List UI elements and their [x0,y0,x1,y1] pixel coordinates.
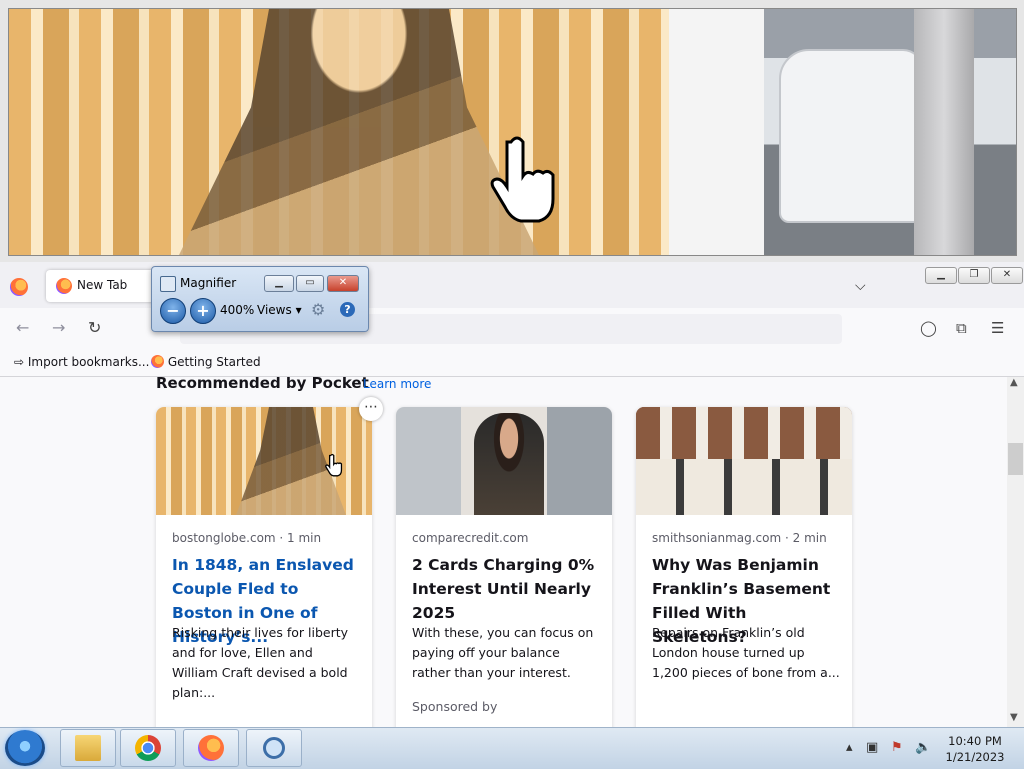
taskbar-magnifier[interactable] [246,729,302,767]
menu-hamburger-icon[interactable]: ☰ [991,319,1004,337]
taskbar-explorer[interactable] [60,729,116,767]
pocket-heading: Recommended by Pocket [156,377,369,392]
pocket-card-2[interactable]: comparecredit.com 2 Cards Charging 0% In… [396,407,612,727]
vertical-scrollbar[interactable]: ▲ ▼ [1007,377,1024,727]
magnifier-icon [263,737,285,759]
help-icon[interactable]: ? [340,302,355,317]
firefox-icon [198,735,224,761]
firefox-icon [151,355,164,368]
zoom-in-button[interactable]: + [190,298,216,324]
back-arrow-icon[interactable]: ← [16,318,29,337]
views-label: Views [257,303,292,317]
folder-icon [75,735,101,761]
zoom-level: 400% [220,303,255,317]
card-source: smithsonianmag.com · 2 min [652,531,827,545]
system-clock[interactable]: 10:40 PM 1/21/2023 [945,733,1005,765]
gear-icon[interactable]: ⚙ [311,300,325,319]
scroll-up-icon[interactable]: ▲ [1010,377,1018,388]
card-thumbnail [396,407,612,515]
scrollbar-thumb[interactable] [1008,443,1023,475]
import-icon: ⇨ [14,355,25,369]
tab-new-tab[interactable]: New Tab [46,270,156,302]
card-source: comparecredit.com [412,531,529,545]
magnifier-app-icon [160,276,176,292]
bookmark-label: Import bookmarks... [27,355,150,369]
card-source: bostonglobe.com · 1 min [172,531,322,545]
magnifier-lens [0,0,1024,262]
card-sponsor: Sponsored by [412,699,498,714]
list-all-tabs-button[interactable]: ⌵ [855,278,866,294]
card-excerpt: Risking their lives for liberty and for … [172,625,349,700]
magnified-gap [669,9,764,255]
window-minimize-button[interactable]: ▁ [925,267,957,284]
views-dropdown[interactable]: Views ▾ [257,303,302,317]
action-center-flag-icon[interactable]: ⚑ [891,740,903,755]
bookmark-import[interactable]: ⇨ Import bookmarks... [14,355,149,369]
firefox-icon [56,278,72,294]
forward-arrow-icon[interactable]: → [52,318,65,337]
learn-more-link[interactable]: Learn more [363,377,431,391]
card-excerpt: Repairs on Franklin’s old London house t… [652,625,840,680]
magnifier-minimize-button[interactable]: ▁ [264,275,294,292]
card-excerpt: With these, you can focus on paying off … [412,625,594,680]
chevron-down-icon: ▾ [295,303,302,317]
taskbar-chrome[interactable] [120,729,176,767]
clock-date: 1/21/2023 [945,750,1005,764]
card-context-menu-button[interactable]: ⋯ [359,397,383,421]
pocket-save-icon[interactable]: ◯ [920,319,937,337]
window-close-button[interactable]: ✕ [991,267,1023,284]
volume-icon[interactable]: 🔈 [915,740,931,755]
magnifier-restore-button[interactable]: ▭ [296,275,324,292]
start-button[interactable] [5,730,45,766]
scroll-down-icon[interactable]: ▼ [1010,712,1018,723]
card-title[interactable]: 2 Cards Charging 0% Interest Until Nearl… [412,553,602,625]
tab-title: New Tab [77,278,128,292]
magnified-hand-cursor-icon [490,136,555,223]
magnified-tree [914,9,974,255]
firefox-view-icon[interactable] [10,278,28,296]
magnifier-window[interactable]: Magnifier ▁ ▭ ✕ − + 400% Views ▾ ⚙ ? [151,266,369,332]
show-hidden-icons[interactable]: ▴ [846,740,853,755]
card-thumbnail [636,407,852,515]
magnifier-title: Magnifier [180,276,237,290]
clock-time: 10:40 PM [948,734,1002,748]
bookmark-label: Getting Started [167,355,261,369]
new-tab-page: Recommended by Pocket Learn more bostong… [0,377,1007,727]
taskbar-firefox[interactable] [183,729,239,767]
chrome-icon [135,735,161,761]
reload-icon[interactable]: ↻ [88,318,101,337]
pocket-card-3[interactable]: smithsonianmag.com · 2 min Why Was Benja… [636,407,852,727]
magnified-car [779,49,923,223]
window-restore-button[interactable]: ❐ [958,267,990,284]
network-icon[interactable]: ▣ [866,740,878,755]
magnified-view [8,8,1017,256]
zoom-out-button[interactable]: − [160,298,186,324]
magnifier-close-button[interactable]: ✕ [327,275,359,292]
hand-cursor-icon [325,453,343,477]
bookmark-getting-started[interactable]: Getting Started [151,355,261,369]
extensions-icon[interactable]: ⧉ [956,319,967,337]
